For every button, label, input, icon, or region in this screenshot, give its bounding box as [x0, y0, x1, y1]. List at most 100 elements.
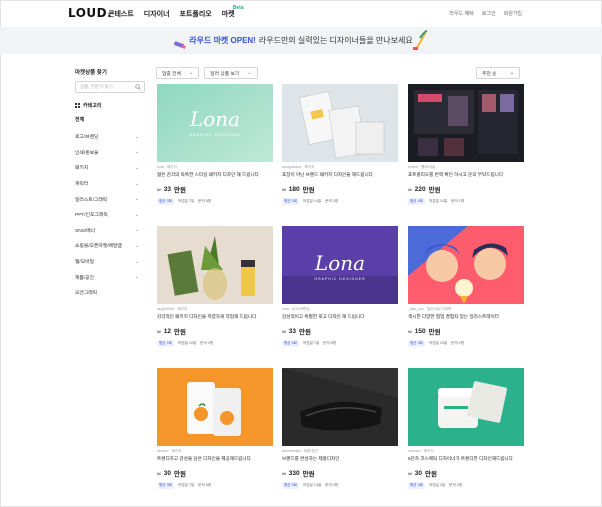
product-thumbnail[interactable] [157, 368, 273, 446]
product-title[interactable]: 포트폴리오를 반짝 확인 하시고 문의 부탁드립니다 [408, 172, 524, 178]
product-thumbnail[interactable]: Lona GRAPHIC DESIGNER [282, 226, 398, 304]
sort-select[interactable]: 추천 순 ⌄ [476, 67, 520, 79]
nav-contest[interactable]: 콘테스트 [108, 9, 134, 19]
grid-icon [75, 103, 80, 108]
product-card[interactable]: designstand · 패키지 포장이 아닌 브랜드 패키지 디자인을 해드… [282, 84, 398, 205]
nav-designer[interactable]: 디자이너 [144, 9, 170, 19]
lona-wordmark: Lona [189, 107, 240, 131]
inquiry-count: 문의 8명 [198, 199, 212, 203]
product-stats: 평균 4회 작업일 14일 문의 1명 [408, 198, 524, 205]
category-item[interactable]: SNS/배너 ⌄ [75, 223, 147, 239]
product-title[interactable]: 섹시한 다양한 협업 경험자 있는 일러스트레이터 [408, 314, 524, 320]
type-select[interactable]: 일러 상품 보기 ⌄ [204, 67, 258, 79]
product-title[interactable]: 5단차 코스메틱 디자이너가 트렌디한 디자인해드립니다 [408, 456, 524, 462]
industry-select[interactable]: 업종 전체 ⌄ [156, 67, 200, 79]
category-item[interactable]: 로고/브랜딩 ⌄ [75, 129, 147, 145]
lona-package-thumb: Lona GRAPHIC DESIGNER [157, 84, 273, 162]
nav-portfolio[interactable]: 포트폴리오 [180, 9, 212, 19]
revision-badge: 평균 3회 [408, 482, 425, 489]
product-stats: 평균 3회 작업일 7일 문의 8명 [282, 340, 398, 347]
promo-banner[interactable]: 라우드 마켓 OPEN! 라우드만의 실력있는 디자이너들을 만나보세요 [0, 27, 602, 54]
product-title[interactable]: 브랜드를 완성하는 제품디자인 [282, 456, 398, 462]
category-all[interactable]: 전체 [75, 116, 147, 123]
price-value: 220 [414, 185, 426, 193]
seller-category[interactable]: kohee · 웹/모바일 [408, 165, 524, 170]
price-value: 150 [414, 327, 426, 335]
nav-market[interactable]: 마켓 Beta [221, 5, 244, 19]
chevron-down-icon: ⌄ [134, 196, 139, 203]
chevron-down-icon: ⌄ [134, 149, 139, 156]
revision-badge: 평균 2회 [157, 340, 174, 347]
signup-link[interactable]: 회원가입 [504, 10, 522, 17]
chevron-down-icon: ⌄ [134, 133, 139, 140]
seller-category[interactable]: _ddo_yun · 일러스트/그래픽 [408, 307, 524, 312]
main-nav: 콘테스트 디자이너 포트폴리오 마켓 Beta [108, 5, 244, 19]
category-item-label: 로고/브랜딩 [75, 135, 99, 141]
product-thumbnail[interactable] [282, 84, 398, 162]
category-item[interactable]: 제품/공간 ⌄ [75, 269, 147, 285]
bottle-package-thumb [157, 226, 273, 304]
product-card[interactable]: Lona GRAPHIC DESIGNER lona · 패키지 젊은 감각의 … [157, 84, 273, 205]
product-card[interactable]: lleeceu · 패키지 트렌디하고 감성을 담은 디자인을 제공해드립니다 … [157, 368, 273, 489]
inquiry-count: 문의 8명 [198, 483, 212, 487]
category-item[interactable]: 모션그래픽 [75, 285, 147, 301]
benefit-link[interactable]: 라우드 혜택 [449, 10, 473, 17]
product-thumbnail[interactable]: Lona GRAPHIC DESIGNER [157, 84, 273, 162]
inquiry-count: 문의 2명 [451, 341, 465, 345]
seller-category[interactable]: ammdesign · 제품/공간 [282, 449, 398, 454]
nav-market-label: 마켓 [221, 11, 235, 18]
product-thumbnail[interactable] [282, 368, 398, 446]
search-icon[interactable] [135, 84, 141, 90]
seller-category[interactable]: cosmeo · 패키지 [408, 449, 524, 454]
price-unit: 만원 [302, 187, 315, 194]
revision-badge: 평균 3회 [157, 482, 174, 489]
seller-category[interactable]: lleeceu · 패키지 [157, 449, 273, 454]
price-value: 33 [288, 327, 297, 335]
won-icon: ₩ [157, 328, 161, 334]
product-card[interactable]: cosmeo · 패키지 5단차 코스메틱 디자이너가 트렌디한 디자인해드립니… [408, 368, 524, 489]
product-card[interactable]: Lona GRAPHIC DESIGNER lona · 로고/브랜딩 감성적이… [282, 226, 398, 347]
chevron-down-icon: ⌄ [134, 164, 139, 171]
loud-logo[interactable]: LOUD. [68, 6, 112, 20]
search-placeholder: 상품, 전문가 찾기 [80, 84, 113, 89]
product-thumbnail[interactable] [157, 226, 273, 304]
chevron-down-icon: ⌄ [509, 70, 514, 76]
seller-category[interactable]: lona · 패키지 [157, 165, 273, 170]
product-thumbnail[interactable] [408, 226, 524, 304]
product-card[interactable]: ammdesign · 제품/공간 브랜드를 완성하는 제품디자인 ₩ 330 … [282, 368, 398, 489]
product-title[interactable]: 감각적인 패키지 디자인을 저렴하게 작업해 드립니다 [157, 314, 273, 320]
inquiry-count: 문의 3명 [325, 199, 339, 203]
category-item[interactable]: 캐릭터 ⌄ [75, 176, 147, 192]
product-title[interactable]: 감성적이고 특별한 로고 디자인 해 드립니다 [282, 314, 398, 320]
seller-category[interactable]: seyjin0406 · 패키지 [157, 307, 273, 312]
product-price: ₩ 12 만원 [157, 326, 273, 337]
product-thumbnail[interactable] [408, 84, 524, 162]
work-days: 작업일 10일 [177, 341, 197, 345]
login-link[interactable]: 로그인 [482, 10, 496, 17]
category-item[interactable]: 패키지 ⌄ [75, 160, 147, 176]
category-item-label: 모션그래픽 [75, 291, 98, 297]
category-item[interactable]: 웹/모바일 ⌄ [75, 254, 147, 270]
pouch-package-thumb [282, 84, 398, 162]
category-item[interactable]: 인쇄/홍보물 ⌄ [75, 145, 147, 161]
seller-category[interactable]: designstand · 패키지 [282, 165, 398, 170]
product-title[interactable]: 포장이 아닌 브랜드 패키지 디자인을 해드립니다 [282, 172, 398, 178]
product-title[interactable]: 젊은 감각의 독특한 스타일 패키지 디자인 해 드립니다 [157, 172, 273, 178]
product-device-thumb [282, 368, 398, 446]
product-title[interactable]: 트렌디하고 감성을 담은 디자인을 제공해드립니다 [157, 456, 273, 462]
sort-select-value: 추천 순 [482, 71, 497, 77]
product-card[interactable]: kohee · 웹/모바일 포트폴리오를 반짝 확인 하시고 문의 부탁드립니다… [408, 84, 524, 205]
category-item[interactable]: 일러스트/그래픽 ⌄ [75, 191, 147, 207]
category-item[interactable]: PPT/인포그래픽 ⌄ [75, 207, 147, 223]
won-icon: ₩ [157, 470, 161, 476]
product-card[interactable]: seyjin0406 · 패키지 감각적인 패키지 디자인을 저렴하게 작업해 … [157, 226, 273, 347]
beta-badge: Beta [232, 5, 244, 11]
seller-category[interactable]: lona · 로고/브랜딩 [282, 307, 398, 312]
category-item[interactable]: 쇼핑몰/오픈마켓/배달앱 ⌄ [75, 238, 147, 254]
product-card[interactable]: _ddo_yun · 일러스트/그래픽 섹시한 다양한 협업 경험자 있는 일러… [408, 226, 524, 347]
price-unit: 만원 [174, 329, 186, 336]
market-sidebar: 마켓상품 찾기 상품, 전문가 찾기 카테고리 전체 로고/브랜딩 ⌄ 인쇄/홍보… [75, 68, 147, 301]
product-thumbnail[interactable] [408, 368, 524, 446]
category-item-label: SNS/배너 [75, 228, 96, 234]
sidebar-search-input[interactable]: 상품, 전문가 찾기 [75, 81, 145, 93]
